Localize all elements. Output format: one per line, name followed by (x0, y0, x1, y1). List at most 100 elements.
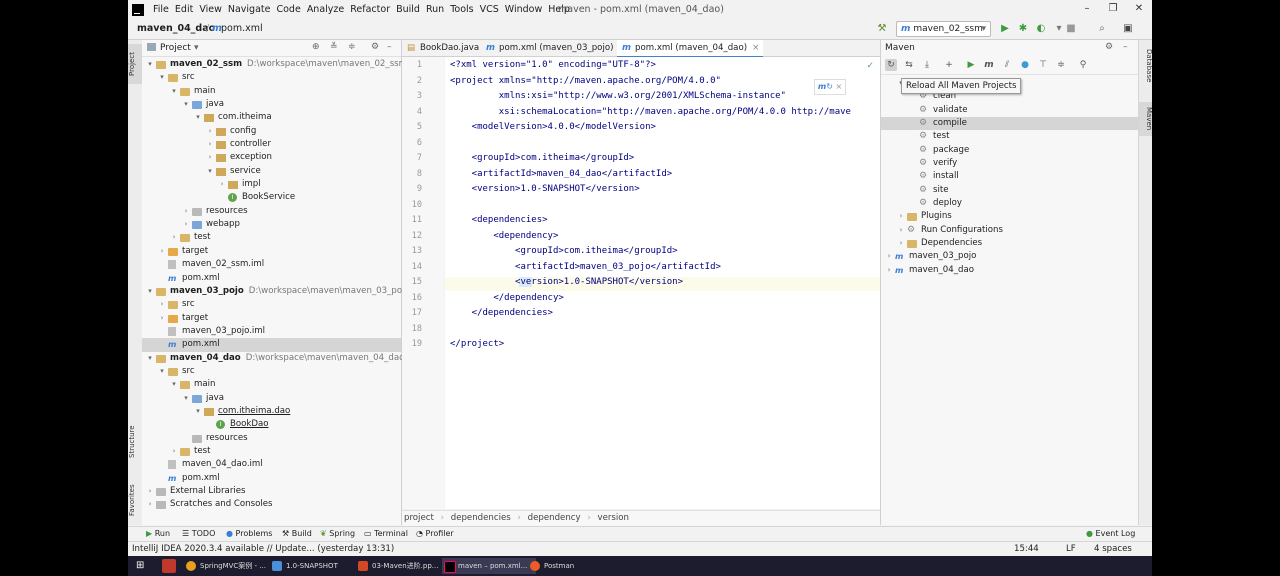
project-tree-row[interactable]: › exception (142, 151, 401, 164)
tab-pom-maven-03-pojo[interactable]: m pom.xml (maven_03_pojo) (481, 40, 631, 56)
chevron-down-icon[interactable]: ▾ (146, 352, 154, 365)
chevron-down-icon[interactable]: ▾ (158, 71, 166, 84)
project-tree-row[interactable]: m pom.xml (142, 272, 401, 285)
maven-tree-row[interactable]: ⚙ verify (881, 157, 1139, 170)
task-notepad[interactable]: 1.0-SNAPSHOT (270, 558, 362, 574)
project-tree-row[interactable]: › External Libraries (142, 485, 401, 498)
project-tree-row[interactable]: maven_02_ssm.iml (142, 258, 401, 271)
menu-vcs[interactable]: VCS (477, 4, 502, 15)
collapse-all-icon[interactable]: ≑ (1055, 59, 1067, 71)
project-tree-row[interactable]: I BookDao (142, 418, 401, 431)
maven-tree-row[interactable]: ⚙ package (881, 144, 1139, 157)
search-icon[interactable]: ⌕ (1096, 23, 1108, 35)
project-tree-row[interactable]: m pom.xml (142, 338, 401, 352)
breadcrumb-file[interactable]: pom.xml (221, 23, 263, 34)
chevron-right-icon[interactable]: › (182, 205, 190, 218)
todo-tool-button[interactable]: ☰ TODO (182, 527, 215, 541)
project-tree-row[interactable]: › target (142, 245, 401, 258)
generate-sources-icon[interactable]: ⇆ (903, 59, 915, 71)
project-tree-row[interactable]: › src (142, 298, 401, 311)
chevron-down-icon[interactable]: ▾ (146, 285, 154, 298)
project-tree-row[interactable]: ▾ main (142, 378, 401, 391)
maven-tree-row[interactable]: ⚙ install (881, 170, 1139, 183)
maven-tree-row[interactable]: › m maven_04_dao (881, 264, 1139, 277)
crumb-project[interactable]: project (404, 513, 434, 523)
restore-icon[interactable]: ❐ (1104, 0, 1122, 18)
show-dependencies-icon[interactable]: ⊤ (1037, 59, 1049, 71)
project-tree-row[interactable]: › webapp (142, 218, 401, 231)
project-tree-row[interactable]: ▾ com.itheima.dao (142, 405, 401, 418)
spring-tool-button[interactable]: ❦ Spring (320, 527, 355, 541)
run-icon[interactable]: ▶ (999, 23, 1011, 35)
maven-tool-tab[interactable]: Maven (1139, 102, 1152, 136)
hammer-icon[interactable]: ⚒ (876, 23, 888, 35)
chevron-right-icon[interactable]: › (170, 231, 178, 244)
profiler-tool-button[interactable]: ◔ Profiler (416, 527, 454, 541)
chevron-right-icon[interactable]: › (158, 298, 166, 311)
chevron-down-icon[interactable]: ▾ (182, 98, 190, 111)
maven-reload-popup[interactable]: m↻ × (814, 79, 846, 95)
project-tree-row[interactable]: ▾ service (142, 165, 401, 178)
menu-run[interactable]: Run (423, 4, 447, 15)
chevron-right-icon[interactable]: › (897, 210, 905, 223)
project-tree-row[interactable]: maven_03_pojo.iml (142, 325, 401, 338)
coverage-icon[interactable]: ◐ (1035, 23, 1047, 35)
maven-tree-row[interactable]: › Plugins (881, 210, 1139, 223)
project-tree-row[interactable]: › resources (142, 205, 401, 218)
run-tool-button[interactable]: ▶ Run (146, 527, 170, 541)
crumb-version[interactable]: version (597, 513, 628, 523)
problems-tool-button[interactable]: ● Problems (226, 527, 272, 541)
chevron-right-icon[interactable]: › (158, 312, 166, 325)
project-tree-row[interactable]: › target (142, 312, 401, 325)
crumb-dependencies[interactable]: dependencies (451, 513, 511, 523)
chevron-right-icon[interactable]: › (885, 264, 893, 277)
maven-tree-row[interactable]: › Dependencies (881, 237, 1139, 250)
chevron-down-icon[interactable]: ▾ (170, 85, 178, 98)
chevron-right-icon[interactable]: › (218, 178, 226, 191)
task-postman[interactable]: Postman (528, 558, 604, 574)
close-icon[interactable]: × (835, 82, 842, 91)
project-tree-row[interactable]: ▾ maven_04_dao D:\workspace\maven\maven_04… (142, 352, 404, 365)
locate-icon[interactable]: ⊕ (312, 42, 320, 52)
gear-icon[interactable]: ⚙ (371, 42, 379, 52)
task-browser[interactable]: SpringMVC案例 - ... (184, 558, 280, 574)
maven-tree-row[interactable]: › m maven_03_pojo (881, 250, 1139, 263)
stop-icon[interactable]: ■ (1065, 23, 1077, 35)
project-tree-row[interactable]: ▾ java (142, 98, 401, 111)
project-tree-row[interactable]: › test (142, 445, 401, 458)
breadcrumb-project[interactable]: maven_04_dao (137, 23, 215, 34)
close-tab-icon[interactable]: × (752, 43, 759, 53)
project-tree-row[interactable]: m pom.xml (142, 472, 401, 485)
add-icon[interactable]: + (943, 59, 955, 71)
project-tree-row[interactable]: ▾ src (142, 71, 401, 84)
chevron-right-icon[interactable]: › (182, 218, 190, 231)
chevron-down-icon[interactable]: ▾ (182, 392, 190, 405)
chevron-right-icon[interactable]: › (170, 445, 178, 458)
chevron-right-icon[interactable]: › (206, 125, 214, 138)
line-separator[interactable]: LF (1066, 542, 1076, 556)
run-config-select[interactable]: m maven_02_ssm ▾ (896, 21, 991, 37)
reload-all-icon[interactable]: ↻ (885, 59, 897, 71)
menu-refactor[interactable]: Refactor (347, 4, 393, 15)
project-tool-tab[interactable]: Project (128, 44, 142, 84)
hide-panel-icon[interactable]: – (1123, 42, 1128, 52)
menu-window[interactable]: Window (502, 4, 545, 15)
project-tree-row[interactable]: › test (142, 231, 401, 244)
menu-tools[interactable]: Tools (447, 4, 476, 15)
project-tree-row[interactable]: › Scratches and Consoles (142, 498, 401, 511)
menu-build[interactable]: Build (393, 4, 423, 15)
chevron-down-icon[interactable]: ▾ (194, 405, 202, 418)
favorites-tool-tab[interactable]: Favorites (128, 478, 142, 522)
run-icon[interactable]: ▶ (965, 59, 977, 71)
chevron-right-icon[interactable]: › (158, 245, 166, 258)
maven-tree-row[interactable]: ⚙ site (881, 184, 1139, 197)
chevron-right-icon[interactable]: › (206, 138, 214, 151)
project-tree-row[interactable]: ▾ main (142, 85, 401, 98)
chevron-right-icon[interactable]: › (146, 485, 154, 498)
collapse-all-icon[interactable]: ≑ (348, 42, 356, 52)
more-run-icon[interactable]: ▾ (1053, 23, 1065, 35)
maven-tree-row[interactable]: ⚙ validate (881, 104, 1139, 117)
menu-view[interactable]: View (196, 4, 225, 15)
gear-icon[interactable]: ⚙ (1105, 42, 1113, 52)
execute-goal-icon[interactable]: m (983, 59, 995, 71)
